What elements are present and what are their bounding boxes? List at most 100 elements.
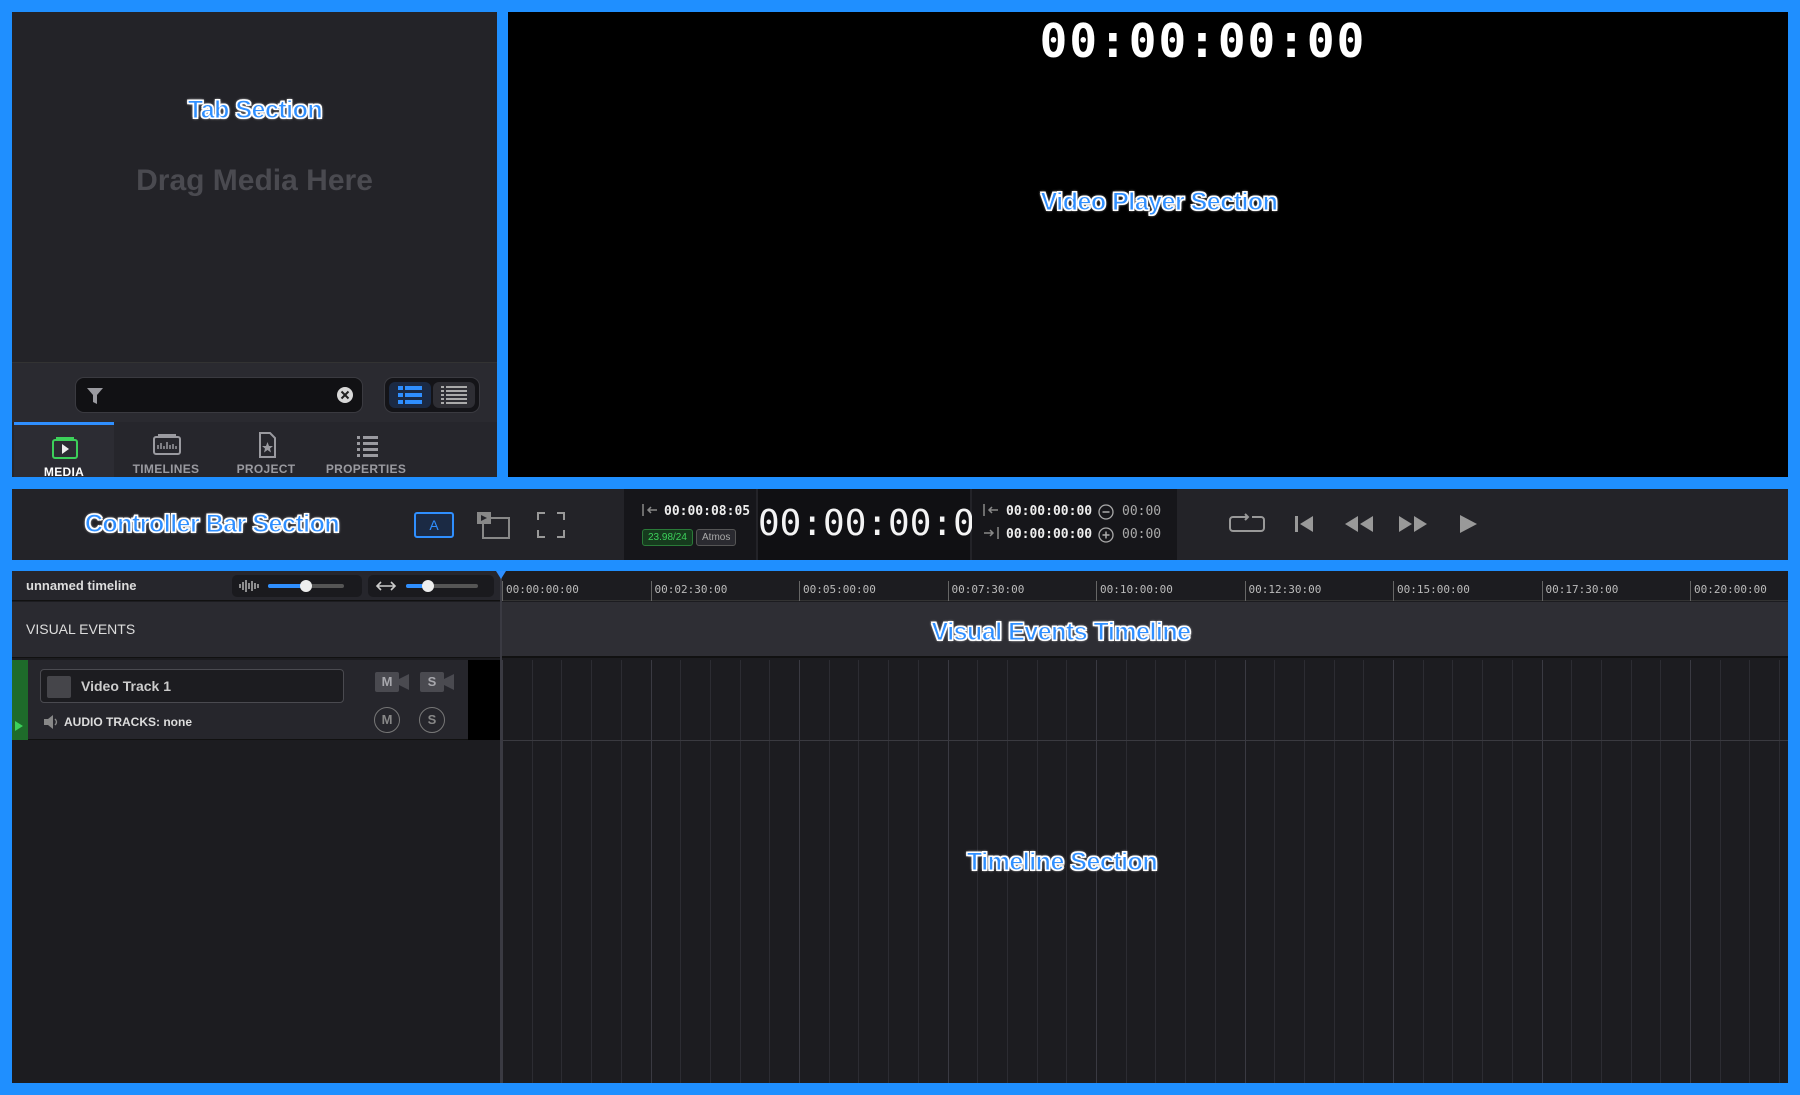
grid-line — [1333, 660, 1335, 1083]
tab-timelines[interactable]: TIMELINES — [116, 422, 216, 477]
grid-line — [1511, 660, 1513, 1083]
callout-tab-section: Tab Section — [187, 96, 323, 125]
tab-project-label: PROJECT — [236, 462, 296, 476]
minus-offset-value[interactable]: 00:00 — [1122, 504, 1161, 519]
video-solo-button[interactable]: S — [419, 670, 455, 694]
tab-timelines-label: TIMELINES — [132, 462, 200, 476]
audio-mode-button[interactable]: A — [414, 512, 454, 538]
video-mute-label: M — [381, 674, 393, 689]
video-player-section[interactable]: 00:00:00:00 — [508, 12, 1788, 477]
properties-icon — [357, 436, 378, 457]
grid-line — [1393, 660, 1394, 1083]
duration-marker-icon — [642, 504, 657, 516]
plus-offset-value[interactable]: 00:00 — [1122, 527, 1161, 542]
grid-line — [1244, 660, 1246, 1083]
track-color-swatch[interactable] — [47, 676, 71, 698]
track-name: Video Track 1 — [81, 678, 172, 694]
ruler-label: 00:20:00:00 — [1694, 583, 1767, 596]
grid-line — [1303, 660, 1305, 1083]
grid-line — [739, 660, 741, 1083]
grid-line — [1482, 660, 1484, 1083]
horizontal-zoom-icon — [375, 581, 397, 591]
timeline-ruler[interactable]: 00:00:00:00 00:02:30:00 00:05:00:00 00:07:3… — [502, 571, 1788, 601]
media-search-input[interactable] — [110, 384, 330, 406]
tab-project[interactable]: PROJECT — [216, 422, 316, 477]
grid-line — [1274, 660, 1276, 1083]
out-point-timecode[interactable]: 00:00:00:00 — [1006, 527, 1092, 542]
ruler-label: 00:17:30:00 — [1545, 583, 1619, 596]
speaker-icon — [44, 715, 58, 729]
grid-line — [1719, 660, 1721, 1083]
grid-line — [561, 660, 563, 1083]
tab-properties[interactable]: PROPERTIES — [316, 422, 416, 477]
picture-in-picture-icon[interactable] — [475, 510, 511, 540]
audio-solo-button[interactable]: S — [419, 707, 445, 733]
filter-icon[interactable] — [86, 386, 104, 406]
grid-line — [591, 660, 593, 1083]
media-filter-bar — [12, 362, 497, 422]
rewind-icon[interactable] — [1342, 513, 1376, 535]
grid-line — [1214, 660, 1216, 1083]
ruler-label: 00:02:30:00 — [654, 583, 728, 596]
timeline-name[interactable]: unnamed timeline — [26, 578, 137, 593]
compact-view-button[interactable] — [433, 382, 475, 408]
tab-properties-label: PROPERTIES — [325, 462, 407, 476]
ruler-label: 00:00:00:00 — [506, 583, 579, 596]
fps-badge: 23.98/24 — [642, 529, 693, 546]
horizontal-zoom-slider[interactable] — [368, 575, 494, 597]
ruler-label: 00:07:30:00 — [951, 583, 1025, 596]
main-timecode[interactable]: 00:00:00:00 — [758, 503, 996, 544]
track-name-field[interactable]: Video Track 1 — [40, 669, 344, 703]
track-header-end — [468, 660, 500, 740]
main-timecode-block: 00:00:00:00 — [758, 489, 996, 560]
grid-line — [1600, 660, 1602, 1083]
grid-line — [709, 660, 711, 1083]
in-point-timecode[interactable]: 00:00:00:00 — [1006, 504, 1092, 519]
list-view-icon — [398, 386, 422, 404]
audio-mute-button[interactable]: M — [374, 707, 400, 733]
track-expand-icon[interactable] — [14, 720, 24, 732]
grid-line — [917, 660, 919, 1083]
play-icon[interactable] — [1456, 513, 1480, 535]
grid-line — [858, 660, 860, 1083]
drag-media-hint: Drag Media Here — [136, 164, 373, 197]
playhead-line — [500, 571, 502, 1083]
playhead-marker[interactable] — [496, 571, 506, 579]
atmos-badge: Atmos — [696, 529, 737, 546]
list-view-button[interactable] — [389, 382, 431, 408]
compact-list-icon — [441, 386, 467, 404]
grid-line — [1779, 660, 1781, 1083]
ruler-label: 00:05:00:00 — [803, 583, 876, 596]
grid-line — [1185, 660, 1187, 1083]
waveform-icon — [239, 580, 259, 592]
fast-forward-icon[interactable] — [1396, 513, 1430, 535]
ruler-label: 00:15:00:00 — [1397, 583, 1470, 596]
mode-letter: A — [429, 517, 439, 533]
video-mute-button[interactable]: M — [374, 670, 410, 694]
view-mode-toggle — [384, 377, 480, 413]
minus-icon[interactable] — [1098, 504, 1114, 520]
clear-search-icon[interactable] — [336, 386, 354, 404]
fullscreen-icon[interactable] — [536, 511, 566, 539]
timeline-header: unnamed timeline — [12, 571, 500, 601]
callout-controller-bar-section: Controller Bar Section — [84, 510, 340, 539]
tab-section: Drag Media Here MEDIA TIMELINES PROJECT … — [12, 12, 497, 477]
timeline-section: unnamed timeline 00:00:00:00 00:02:30:00 0… — [12, 571, 1788, 1083]
in-point-icon — [983, 504, 998, 516]
in-out-block: 00:00:00:00 00:00:00:00 00:00 00:00 — [972, 489, 1177, 560]
media-search-box[interactable] — [75, 377, 363, 413]
waveform-slider-knob[interactable] — [300, 580, 312, 592]
grid-line — [502, 660, 503, 1083]
plus-icon[interactable] — [1098, 527, 1114, 543]
zoom-slider-knob[interactable] — [422, 580, 434, 592]
skip-to-start-icon[interactable] — [1292, 513, 1316, 535]
loop-icon[interactable] — [1228, 513, 1266, 535]
timelines-icon — [153, 434, 181, 455]
tab-media[interactable]: MEDIA — [14, 422, 114, 477]
callout-timeline-section: Timeline Section — [966, 848, 1158, 877]
waveform-zoom-slider[interactable] — [232, 575, 362, 597]
media-icon — [52, 437, 78, 459]
audio-tracks-label: AUDIO TRACKS: none — [64, 715, 192, 729]
grid-line — [620, 660, 622, 1083]
panel-tab-bar: MEDIA TIMELINES PROJECT PROPERTIES — [12, 422, 497, 477]
